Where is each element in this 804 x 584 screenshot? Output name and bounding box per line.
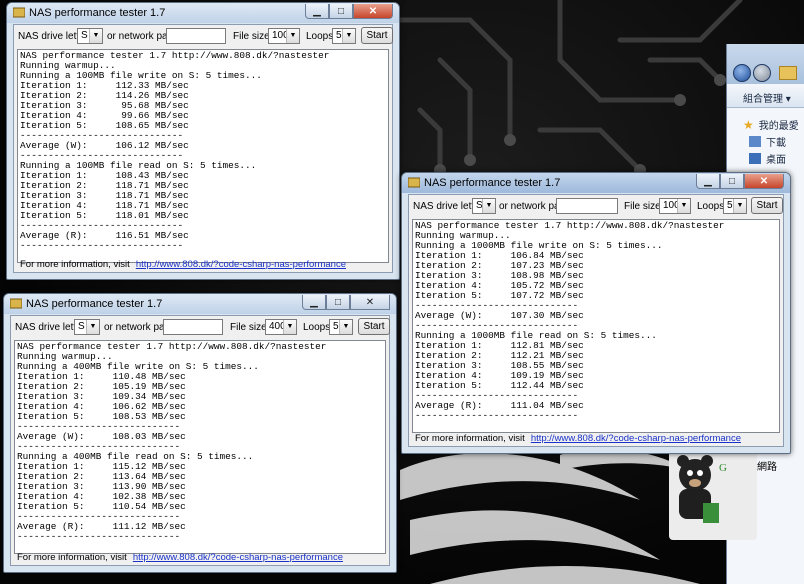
maximize-icon[interactable]: □ bbox=[326, 295, 350, 310]
footer-text: For more information, visit bbox=[20, 259, 130, 270]
info-link[interactable]: http://www.808.dk/?code-csharp-nas-perfo… bbox=[133, 552, 343, 563]
window-client: NAS drive letter S ▼ or network path File… bbox=[13, 24, 393, 273]
file-size-label: File size bbox=[230, 322, 267, 333]
svg-text:G: G bbox=[719, 462, 727, 474]
window-title: NAS performance tester 1.7 bbox=[424, 177, 561, 189]
maximize-icon[interactable]: □ bbox=[329, 4, 353, 19]
footer-text: For more information, visit bbox=[17, 552, 127, 563]
download-folder-icon bbox=[749, 136, 761, 147]
footer-text: For more information, visit bbox=[415, 433, 525, 444]
caption-buttons: ▁ □ ✕ bbox=[305, 4, 393, 19]
footer: For more information, visit http://www.80… bbox=[20, 259, 346, 270]
bear-mascot-icon: G bbox=[677, 455, 727, 523]
back-arrow-icon[interactable] bbox=[733, 64, 751, 82]
info-link[interactable]: http://www.808.dk/?code-csharp-nas-perfo… bbox=[531, 433, 741, 444]
info-link[interactable]: http://www.808.dk/?code-csharp-nas-perfo… bbox=[136, 259, 346, 270]
app-icon bbox=[10, 298, 22, 309]
start-button[interactable]: Start bbox=[361, 27, 393, 44]
nas-tester-window-3: NAS performance tester 1.7 ▁ □ ✕ NAS dri… bbox=[401, 172, 791, 454]
results-text: NAS performance tester 1.7 http://www.80… bbox=[17, 341, 327, 542]
file-size-label: File size bbox=[624, 201, 661, 212]
minimize-icon[interactable]: ▁ bbox=[305, 4, 329, 19]
titlebar[interactable]: NAS performance tester 1.7 ▁ □ ✕ bbox=[4, 294, 396, 314]
file-size-select[interactable]: 100 ▼ bbox=[268, 28, 300, 44]
titlebar[interactable]: NAS performance tester 1.7 ▁ □ ✕ bbox=[7, 3, 399, 23]
window-title: NAS performance tester 1.7 bbox=[29, 7, 166, 19]
favorites-item[interactable]: ★ 我的最愛 bbox=[743, 116, 804, 133]
close-icon[interactable]: ✕ bbox=[350, 295, 390, 310]
app-icon bbox=[408, 177, 420, 188]
chevron-down-icon: ▼ bbox=[283, 320, 296, 334]
file-size-select[interactable]: 1000 ▼ bbox=[659, 198, 691, 214]
results-output[interactable]: NAS performance tester 1.7 http://www.80… bbox=[14, 340, 386, 554]
network-item[interactable]: 網路 bbox=[757, 458, 777, 473]
chevron-down-icon: ▼ bbox=[86, 320, 99, 334]
loops-label: Loops bbox=[306, 31, 334, 42]
network-path-input[interactable] bbox=[556, 198, 618, 214]
titlebar[interactable]: NAS performance tester 1.7 ▁ □ ✕ bbox=[402, 173, 790, 193]
toolbar: NAS drive letter S ▼ or network path File… bbox=[409, 195, 783, 219]
loops-select[interactable]: 5 ▼ bbox=[329, 319, 353, 335]
window-client: NAS drive letter S ▼ or network path File… bbox=[408, 194, 784, 447]
loops-label: Loops bbox=[303, 322, 331, 333]
close-icon[interactable]: ✕ bbox=[353, 4, 393, 19]
caption-buttons: ▁ □ ✕ bbox=[696, 174, 784, 189]
chevron-down-icon: ▼ bbox=[339, 320, 352, 334]
results-text: NAS performance tester 1.7 http://www.80… bbox=[415, 220, 725, 421]
drive-select[interactable]: S ▼ bbox=[74, 319, 100, 335]
loops-select[interactable]: 5 ▼ bbox=[332, 28, 356, 44]
caption-buttons: ▁ □ ✕ bbox=[302, 295, 390, 310]
toolbar: NAS drive letter S ▼ or network path File… bbox=[14, 25, 393, 49]
chevron-down-icon: ▼ bbox=[286, 29, 299, 43]
loops-select[interactable]: 5 ▼ bbox=[723, 198, 747, 214]
close-icon[interactable]: ✕ bbox=[744, 174, 784, 189]
minimize-icon[interactable]: ▁ bbox=[696, 174, 720, 189]
footer: For more information, visit http://www.80… bbox=[17, 552, 343, 563]
window-client: NAS drive letter S ▼ or network path File… bbox=[10, 315, 390, 566]
network-path-input[interactable] bbox=[166, 28, 226, 44]
chevron-down-icon: ▼ bbox=[733, 199, 746, 213]
maximize-icon[interactable]: □ bbox=[720, 174, 744, 189]
downloads-item[interactable]: 下載 bbox=[743, 133, 804, 150]
app-icon bbox=[13, 7, 25, 18]
toolbar: NAS drive letter S ▼ or network path File… bbox=[11, 316, 390, 340]
organize-menu[interactable]: 組合管理 ▾ bbox=[727, 84, 804, 108]
minimize-icon[interactable]: ▁ bbox=[302, 295, 326, 310]
chevron-down-icon: ▼ bbox=[482, 199, 495, 213]
nas-tester-window-1: NAS performance tester 1.7 ▁ □ ✕ NAS dri… bbox=[6, 2, 400, 280]
favorites-pane: ★ 我的最愛 下載 桌面 bbox=[727, 108, 804, 167]
start-button[interactable]: Start bbox=[751, 197, 783, 214]
results-output[interactable]: NAS performance tester 1.7 http://www.80… bbox=[412, 219, 780, 433]
window-title: NAS performance tester 1.7 bbox=[26, 298, 163, 310]
results-text: NAS performance tester 1.7 http://www.80… bbox=[20, 50, 330, 251]
start-button[interactable]: Start bbox=[358, 318, 390, 335]
watermark-logo: G bbox=[669, 445, 757, 540]
desktop-item[interactable]: 桌面 bbox=[743, 150, 804, 167]
nas-tester-window-2: NAS performance tester 1.7 ▁ □ ✕ NAS dri… bbox=[3, 293, 397, 573]
footer: For more information, visit http://www.80… bbox=[415, 433, 741, 444]
network-path-input[interactable] bbox=[163, 319, 223, 335]
explorer-navbar bbox=[727, 44, 804, 84]
results-output[interactable]: NAS performance tester 1.7 http://www.80… bbox=[17, 49, 389, 263]
star-icon: ★ bbox=[743, 117, 754, 132]
desktop-folder-icon bbox=[749, 153, 761, 164]
forward-arrow-icon[interactable] bbox=[753, 64, 771, 82]
file-size-select[interactable]: 400 ▼ bbox=[265, 319, 297, 335]
file-size-label: File size bbox=[233, 31, 270, 42]
loops-label: Loops bbox=[697, 201, 725, 212]
drive-select[interactable]: S ▼ bbox=[472, 198, 496, 214]
drive-select[interactable]: S ▼ bbox=[77, 28, 103, 44]
chevron-down-icon: ▼ bbox=[89, 29, 102, 43]
chevron-down-icon: ▼ bbox=[677, 199, 690, 213]
chevron-down-icon: ▼ bbox=[342, 29, 355, 43]
folder-icon bbox=[779, 66, 797, 80]
